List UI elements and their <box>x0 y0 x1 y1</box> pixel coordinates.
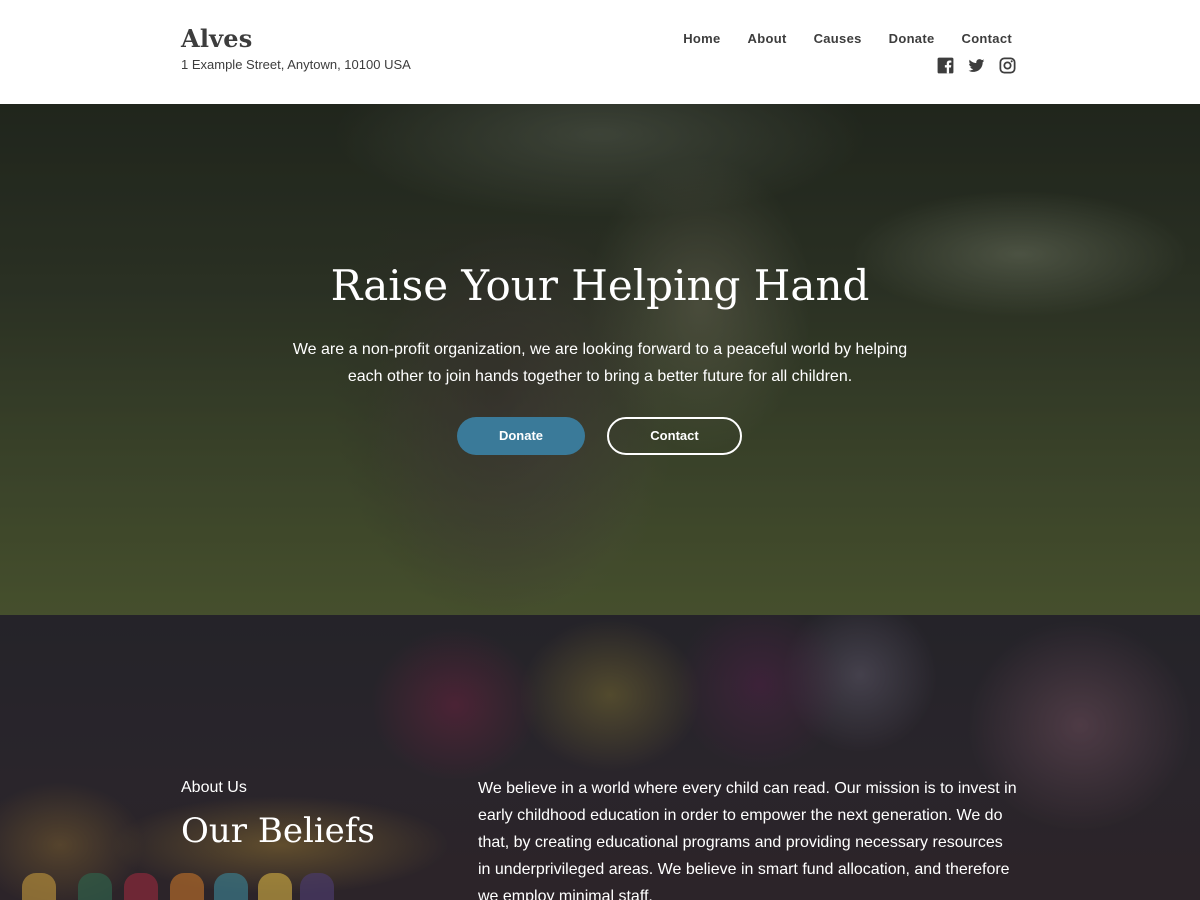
about-label: About Us <box>181 779 247 796</box>
hero-section: Raise Your Helping Hand We are a non-pro… <box>0 104 1200 615</box>
site-title[interactable]: Alves <box>181 24 252 53</box>
main-nav: Home About Causes Donate Contact <box>683 31 1012 46</box>
about-section: About Us Our Beliefs We believe in a wor… <box>0 615 1200 900</box>
donate-button[interactable]: Donate <box>457 417 585 455</box>
social-links <box>936 56 1017 75</box>
hero-description: We are a non-profit organization, we are… <box>292 341 908 385</box>
nav-contact[interactable]: Contact <box>962 31 1013 46</box>
instagram-icon[interactable] <box>998 56 1017 75</box>
crayons-background-image <box>0 865 520 900</box>
nav-home[interactable]: Home <box>683 31 720 46</box>
nav-donate[interactable]: Donate <box>889 31 935 46</box>
about-heading: Our Beliefs <box>181 811 375 851</box>
contact-button[interactable]: Contact <box>607 417 742 455</box>
nav-causes[interactable]: Causes <box>814 31 862 46</box>
nav-about[interactable]: About <box>748 31 787 46</box>
twitter-icon[interactable] <box>967 56 986 75</box>
site-address: 1 Example Street, Anytown, 10100 USA <box>181 57 411 72</box>
facebook-icon[interactable] <box>936 56 955 75</box>
about-description: We believe in a world where every child … <box>478 780 1017 900</box>
site-header: Alves 1 Example Street, Anytown, 10100 U… <box>0 0 1200 104</box>
hero-title: Raise Your Helping Hand <box>330 261 870 310</box>
